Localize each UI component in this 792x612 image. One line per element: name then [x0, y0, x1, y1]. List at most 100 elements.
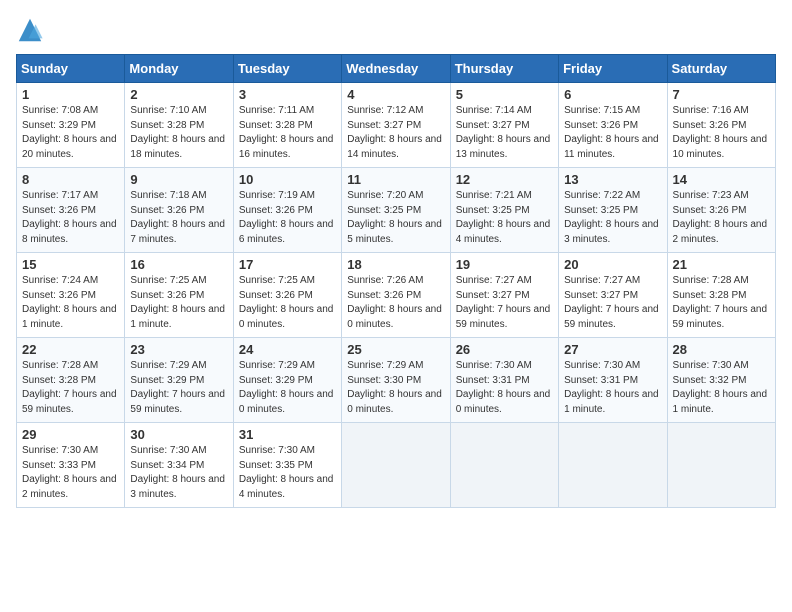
- day-number: 24: [239, 342, 336, 357]
- day-info: Sunrise: 7:16 AMSunset: 3:26 PMDaylight:…: [673, 104, 770, 162]
- day-number: 11: [347, 172, 444, 187]
- week-row-2: 8 Sunrise: 7:17 AMSunset: 3:26 PMDaylight…: [17, 168, 776, 253]
- day-number: 5: [456, 87, 553, 102]
- day-info: Sunrise: 7:30 AMSunset: 3:33 PMDaylight:…: [22, 444, 119, 502]
- day-number: 9: [130, 172, 227, 187]
- calendar-cell: 15 Sunrise: 7:24 AMSunset: 3:26 PMDayligh…: [17, 253, 125, 338]
- week-row-1: 1Sunrise: 7:08 AMSunset: 3:29 PMDaylight…: [17, 83, 776, 168]
- calendar-cell: 7 Sunrise: 7:16 AMSunset: 3:26 PMDaylight…: [667, 83, 775, 168]
- calendar-cell: 6 Sunrise: 7:15 AMSunset: 3:26 PMDaylight…: [559, 83, 667, 168]
- col-header-saturday: Saturday: [667, 55, 775, 83]
- col-header-sunday: Sunday: [17, 55, 125, 83]
- day-info: Sunrise: 7:27 AMSunset: 3:27 PMDaylight:…: [564, 274, 661, 332]
- calendar-cell: 28 Sunrise: 7:30 AMSunset: 3:32 PMDayligh…: [667, 338, 775, 423]
- col-header-friday: Friday: [559, 55, 667, 83]
- col-header-tuesday: Tuesday: [233, 55, 341, 83]
- col-header-monday: Monday: [125, 55, 233, 83]
- day-info: Sunrise: 7:30 AMSunset: 3:31 PMDaylight:…: [564, 359, 661, 417]
- calendar-cell: 21Sunrise: 7:28 AMSunset: 3:28 PMDayligh…: [667, 253, 775, 338]
- day-number: 4: [347, 87, 444, 102]
- day-info: Sunrise: 7:20 AMSunset: 3:25 PMDaylight:…: [347, 189, 444, 247]
- week-row-5: 29Sunrise: 7:30 AMSunset: 3:33 PMDayligh…: [17, 423, 776, 508]
- day-info: Sunrise: 7:30 AMSunset: 3:31 PMDaylight:…: [456, 359, 553, 417]
- calendar-cell: 1Sunrise: 7:08 AMSunset: 3:29 PMDaylight…: [17, 83, 125, 168]
- day-info: Sunrise: 7:11 AMSunset: 3:28 PMDaylight:…: [239, 104, 336, 162]
- day-info: Sunrise: 7:29 AMSunset: 3:29 PMDaylight:…: [239, 359, 336, 417]
- day-number: 7: [673, 87, 770, 102]
- calendar-cell: 5 Sunrise: 7:14 AMSunset: 3:27 PMDaylight…: [450, 83, 558, 168]
- day-info: Sunrise: 7:14 AMSunset: 3:27 PMDaylight:…: [456, 104, 553, 162]
- day-number: 19: [456, 257, 553, 272]
- day-info: Sunrise: 7:25 AMSunset: 3:26 PMDaylight:…: [130, 274, 227, 332]
- day-number: 10: [239, 172, 336, 187]
- calendar-cell: 9 Sunrise: 7:18 AMSunset: 3:26 PMDaylight…: [125, 168, 233, 253]
- col-header-wednesday: Wednesday: [342, 55, 450, 83]
- day-info: Sunrise: 7:24 AMSunset: 3:26 PMDaylight:…: [22, 274, 119, 332]
- day-info: Sunrise: 7:26 AMSunset: 3:26 PMDaylight:…: [347, 274, 444, 332]
- calendar-cell: 4 Sunrise: 7:12 AMSunset: 3:27 PMDaylight…: [342, 83, 450, 168]
- calendar-cell: 24 Sunrise: 7:29 AMSunset: 3:29 PMDayligh…: [233, 338, 341, 423]
- day-number: 25: [347, 342, 444, 357]
- calendar-cell: [559, 423, 667, 508]
- day-number: 15: [22, 257, 119, 272]
- day-number: 18: [347, 257, 444, 272]
- day-info: Sunrise: 7:30 AMSunset: 3:35 PMDaylight:…: [239, 444, 336, 502]
- calendar-cell: [667, 423, 775, 508]
- calendar-cell: 2 Sunrise: 7:10 AMSunset: 3:28 PMDaylight…: [125, 83, 233, 168]
- day-number: 1: [22, 87, 119, 102]
- day-number: 22: [22, 342, 119, 357]
- calendar-cell: 23Sunrise: 7:29 AMSunset: 3:29 PMDayligh…: [125, 338, 233, 423]
- calendar-table: SundayMondayTuesdayWednesdayThursdayFrid…: [16, 54, 776, 508]
- calendar-cell: 20Sunrise: 7:27 AMSunset: 3:27 PMDayligh…: [559, 253, 667, 338]
- day-info: Sunrise: 7:21 AMSunset: 3:25 PMDaylight:…: [456, 189, 553, 247]
- calendar-cell: 26Sunrise: 7:30 AMSunset: 3:31 PMDayligh…: [450, 338, 558, 423]
- day-number: 12: [456, 172, 553, 187]
- calendar-cell: 31 Sunrise: 7:30 AMSunset: 3:35 PMDayligh…: [233, 423, 341, 508]
- day-number: 21: [673, 257, 770, 272]
- day-info: Sunrise: 7:17 AMSunset: 3:26 PMDaylight:…: [22, 189, 119, 247]
- col-header-thursday: Thursday: [450, 55, 558, 83]
- day-number: 27: [564, 342, 661, 357]
- day-number: 3: [239, 87, 336, 102]
- calendar-cell: 19 Sunrise: 7:27 AMSunset: 3:27 PMDayligh…: [450, 253, 558, 338]
- day-number: 16: [130, 257, 227, 272]
- day-info: Sunrise: 7:10 AMSunset: 3:28 PMDaylight:…: [130, 104, 227, 162]
- day-info: Sunrise: 7:15 AMSunset: 3:26 PMDaylight:…: [564, 104, 661, 162]
- week-row-3: 15 Sunrise: 7:24 AMSunset: 3:26 PMDayligh…: [17, 253, 776, 338]
- calendar-cell: 10 Sunrise: 7:19 AMSunset: 3:26 PMDayligh…: [233, 168, 341, 253]
- day-info: Sunrise: 7:29 AMSunset: 3:30 PMDaylight:…: [347, 359, 444, 417]
- day-number: 31: [239, 427, 336, 442]
- calendar-cell: [342, 423, 450, 508]
- logo: [16, 16, 48, 44]
- day-info: Sunrise: 7:19 AMSunset: 3:26 PMDaylight:…: [239, 189, 336, 247]
- calendar-cell: 12 Sunrise: 7:21 AMSunset: 3:25 PMDayligh…: [450, 168, 558, 253]
- calendar-cell: 13 Sunrise: 7:22 AMSunset: 3:25 PMDayligh…: [559, 168, 667, 253]
- calendar-cell: 8 Sunrise: 7:17 AMSunset: 3:26 PMDaylight…: [17, 168, 125, 253]
- day-info: Sunrise: 7:23 AMSunset: 3:26 PMDaylight:…: [673, 189, 770, 247]
- day-number: 2: [130, 87, 227, 102]
- day-info: Sunrise: 7:22 AMSunset: 3:25 PMDaylight:…: [564, 189, 661, 247]
- calendar-cell: 22 Sunrise: 7:28 AMSunset: 3:28 PMDayligh…: [17, 338, 125, 423]
- calendar-cell: 11 Sunrise: 7:20 AMSunset: 3:25 PMDayligh…: [342, 168, 450, 253]
- day-number: 8: [22, 172, 119, 187]
- day-info: Sunrise: 7:27 AMSunset: 3:27 PMDaylight:…: [456, 274, 553, 332]
- day-number: 14: [673, 172, 770, 187]
- day-info: Sunrise: 7:28 AMSunset: 3:28 PMDaylight:…: [22, 359, 119, 417]
- day-number: 6: [564, 87, 661, 102]
- calendar-cell: 30Sunrise: 7:30 AMSunset: 3:34 PMDayligh…: [125, 423, 233, 508]
- day-number: 13: [564, 172, 661, 187]
- calendar-cell: 3 Sunrise: 7:11 AMSunset: 3:28 PMDaylight…: [233, 83, 341, 168]
- day-info: Sunrise: 7:30 AMSunset: 3:32 PMDaylight:…: [673, 359, 770, 417]
- page-header: [16, 16, 776, 44]
- day-info: Sunrise: 7:18 AMSunset: 3:26 PMDaylight:…: [130, 189, 227, 247]
- calendar-cell: 29Sunrise: 7:30 AMSunset: 3:33 PMDayligh…: [17, 423, 125, 508]
- calendar-cell: 25 Sunrise: 7:29 AMSunset: 3:30 PMDayligh…: [342, 338, 450, 423]
- day-number: 30: [130, 427, 227, 442]
- calendar-cell: [450, 423, 558, 508]
- day-info: Sunrise: 7:12 AMSunset: 3:27 PMDaylight:…: [347, 104, 444, 162]
- week-row-4: 22 Sunrise: 7:28 AMSunset: 3:28 PMDayligh…: [17, 338, 776, 423]
- day-number: 28: [673, 342, 770, 357]
- day-info: Sunrise: 7:25 AMSunset: 3:26 PMDaylight:…: [239, 274, 336, 332]
- day-number: 17: [239, 257, 336, 272]
- calendar-cell: 16 Sunrise: 7:25 AMSunset: 3:26 PMDayligh…: [125, 253, 233, 338]
